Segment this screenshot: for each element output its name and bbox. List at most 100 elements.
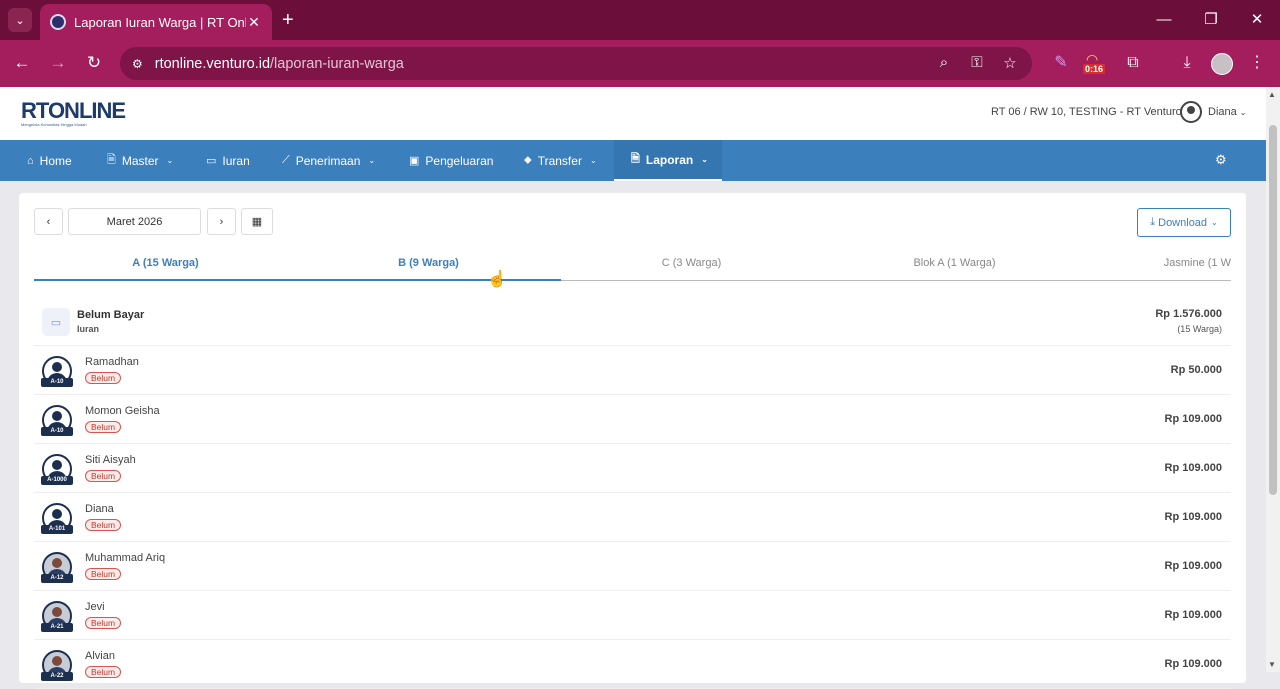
chevron-down-icon: ⌄ <box>589 156 597 165</box>
status-badge: Belum <box>85 519 122 531</box>
resident-row[interactable]: A-1000 Siti Aisyah Belum Rp 109.000 <box>34 445 1231 493</box>
kebab-menu-icon[interactable]: ⋮ <box>1245 52 1269 74</box>
status-badge: Belum <box>85 372 122 384</box>
resident-name: Diana <box>85 503 114 515</box>
prev-month-button[interactable]: ‹ <box>34 208 63 235</box>
scroll-down-icon[interactable]: ▼ <box>1268 660 1276 669</box>
password-key-icon[interactable]: ⚿ <box>967 54 987 71</box>
new-tab-button[interactable]: + <box>282 8 294 32</box>
summary-count: (15 Warga) <box>1177 324 1222 334</box>
logo-rest: ONLINE <box>47 98 126 123</box>
user-menu[interactable]: Diana ⌄ <box>1180 101 1246 123</box>
download-icon[interactable]: ⤓ <box>1175 52 1199 74</box>
url-path: /laporan-iuran-warga <box>270 55 404 72</box>
scroll-up-icon[interactable]: ▲ <box>1268 90 1276 99</box>
mouse-pointer-icon: ☝ <box>487 271 507 288</box>
resident-row[interactable]: A-12 Muhammad Ariq Belum Rp 109.000 <box>34 543 1231 591</box>
logo-main: RT <box>21 98 49 123</box>
tab-block-c[interactable]: C (3 Warga) <box>560 257 823 269</box>
zoom-icon[interactable]: ⌕ <box>934 54 954 71</box>
minimize-icon[interactable]: — <box>1149 8 1179 32</box>
menu-iuran[interactable]: ▭ Iuran <box>206 140 250 181</box>
unit-badge: A-10 <box>41 427 73 436</box>
resident-row[interactable]: A-21 Jevi Belum Rp 109.000 <box>34 592 1231 640</box>
chevron-down-icon: ⌄ <box>1239 107 1247 117</box>
download-button[interactable]: ⤓ Download ⌄ <box>1137 208 1231 237</box>
browser-tab-active[interactable]: Laporan Iuran Warga | RT Online ✕ <box>40 4 272 40</box>
resident-amount: Rp 109.000 <box>1164 511 1222 523</box>
block-tabs: A (15 Warga) B (9 Warga) C (3 Warga) Blo… <box>34 250 1231 281</box>
forward-icon[interactable]: → <box>46 52 70 74</box>
menu-transfer[interactable]: ⬥ Transfer ⌄ <box>524 140 597 181</box>
back-icon[interactable]: ← <box>10 52 34 74</box>
resident-amount: Rp 109.000 <box>1164 609 1222 621</box>
tab-block-b[interactable]: B (9 Warga) <box>297 257 560 269</box>
profile-avatar[interactable] <box>1211 53 1233 75</box>
extensions-puzzle-icon[interactable]: ⧉ <box>1121 52 1145 74</box>
menu-penerimaan-label: Penerimaan <box>295 153 361 168</box>
resident-amount: Rp 109.000 <box>1164 462 1222 474</box>
tab-title: Laporan Iuran Warga | RT Online <box>74 14 246 30</box>
unit-badge: A-10 <box>41 378 73 387</box>
site-info-icon[interactable]: ⚙ <box>132 57 143 71</box>
close-window-icon[interactable]: ✕ <box>1242 8 1272 32</box>
card-icon: ▭ <box>206 155 217 167</box>
settings-gear-icon[interactable]: ⚙ <box>1215 152 1227 168</box>
resident-amount: Rp 109.000 <box>1164 560 1222 572</box>
resident-amount: Rp 109.000 <box>1164 413 1222 425</box>
menu-laporan[interactable]: 🗎 Laporan ⌄ <box>614 140 722 181</box>
timer-extension-icon[interactable]: ◠ 0:16 <box>1083 51 1107 75</box>
reload-icon[interactable]: ↻ <box>82 52 106 74</box>
resident-name: Alvian <box>85 650 115 662</box>
chart-line-icon: ⟋ <box>282 154 290 166</box>
menu-pengeluaran[interactable]: ▣ Pengeluaran <box>409 140 493 181</box>
calendar-icon: ▦ <box>251 216 263 228</box>
bookmark-star-icon[interactable]: ☆ <box>1000 54 1020 72</box>
restore-icon[interactable]: ❐ <box>1196 8 1226 32</box>
unit-badge: A-12 <box>41 574 73 583</box>
menu-laporan-label: Laporan <box>645 152 694 167</box>
status-badge: Belum <box>85 617 122 629</box>
tab-block-a[interactable]: A (15 Warga) <box>34 257 297 269</box>
menu-iuran-label: Iuran <box>222 153 250 168</box>
scrollbar-thumb[interactable] <box>1269 125 1277 495</box>
feather-extension-icon[interactable]: ✎ <box>1049 52 1073 74</box>
status-badge: Belum <box>85 568 122 580</box>
url-text: rtonline.venturo.id/laporan-iuran-warga <box>155 56 404 72</box>
resident-row[interactable]: A-22 Alvian Belum Rp 109.000 <box>34 641 1231 689</box>
timer-label: 0:16 <box>1083 64 1106 74</box>
address-bar[interactable]: ⚙ rtonline.venturo.id/laporan-iuran-warg… <box>120 47 1032 80</box>
resident-amount: Rp 50.000 <box>1170 364 1222 376</box>
rt-online-logo[interactable]: RTONLINE Mengelola Komunitas Hingga Muda… <box>21 98 126 127</box>
month-picker[interactable]: Maret 2026 <box>68 208 201 235</box>
download-label: Download <box>1158 216 1208 229</box>
resident-row[interactable]: A-101 Diana Belum Rp 109.000 <box>34 494 1231 542</box>
menu-pengeluaran-label: Pengeluaran <box>425 153 494 168</box>
money-icon: ▭ <box>42 308 70 336</box>
resident-row[interactable]: A-10 Ramadhan Belum Rp 50.000 <box>34 347 1231 395</box>
resident-row[interactable]: A-10 Momon Geisha Belum Rp 109.000 <box>34 396 1231 444</box>
menu-master[interactable]: 🗎 Master ⌄ <box>107 140 173 181</box>
tab-indicator <box>34 279 561 281</box>
next-month-button[interactable]: › <box>207 208 236 235</box>
rt-info: RT 06 / RW 10, TESTING - RT Venturo <box>991 106 1182 118</box>
resident-name: Momon Geisha <box>85 405 160 417</box>
chevron-down-icon: ⌄ <box>166 156 174 165</box>
calendar-button[interactable]: ▦ <box>241 208 273 235</box>
unit-badge: A-1000 <box>41 476 73 485</box>
menu-penerimaan[interactable]: ⟋ Penerimaan ⌄ <box>282 140 375 181</box>
unpaid-summary-row: ▭ Belum Bayar Iuran Rp 1.576.000 (15 War… <box>34 298 1231 346</box>
user-avatar-icon <box>1180 101 1202 123</box>
tab-jasmine[interactable]: Jasmine (1 W <box>1086 257 1231 269</box>
tag-icon: ⬥ <box>524 154 532 166</box>
document-icon: 🗎 <box>107 154 116 166</box>
resident-name: Muhammad Ariq <box>85 552 166 564</box>
menu-home[interactable]: ⌂ Home <box>27 140 72 181</box>
page-scrollbar[interactable]: ▲ ▼ <box>1266 87 1280 672</box>
summary-title: Belum Bayar <box>77 309 145 321</box>
close-tab-icon[interactable]: ✕ <box>246 14 262 31</box>
resident-name: Ramadhan <box>85 356 139 368</box>
main-menu: ⌂ Home 🗎 Master ⌄ ▭ Iuran ⟋ Penerimaan ⌄ ▣ Peng… <box>0 140 1266 181</box>
tab-search-button[interactable]: ⌄ <box>8 8 32 32</box>
tab-blok-a[interactable]: Blok A (1 Warga) <box>823 257 1086 269</box>
